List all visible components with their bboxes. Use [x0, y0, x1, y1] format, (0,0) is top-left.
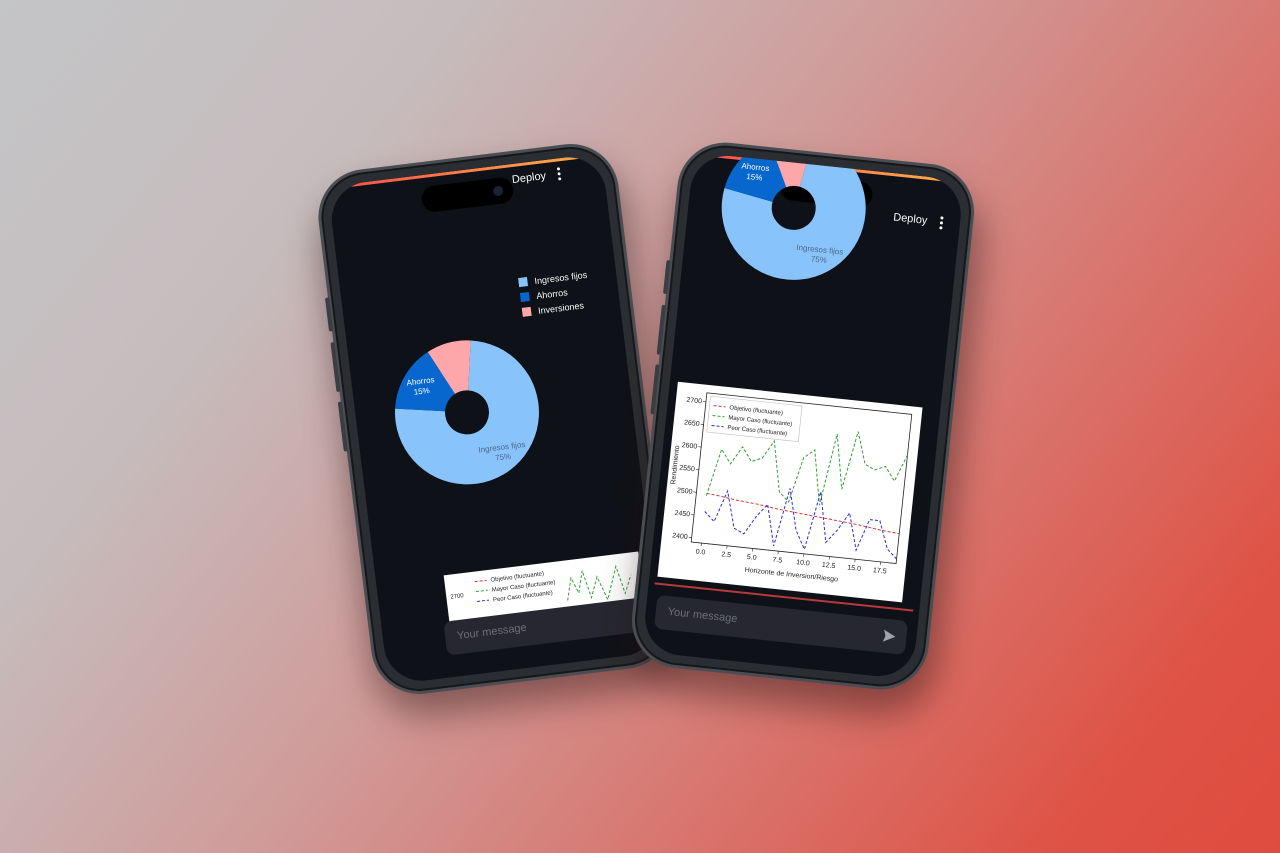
slice-pct: 15% — [746, 172, 763, 183]
donut-chart: Ingresos fijos75%Ahorros15% — [395, 340, 539, 485]
x-tick-label: 5.0 — [746, 554, 757, 562]
side-button — [324, 297, 334, 332]
dynamic-island — [420, 176, 515, 214]
slice-pct: 75% — [810, 254, 827, 265]
phone-left: Deploy Ingresos fijos Ahorros Inversione… — [312, 138, 678, 700]
line-chart: 2400 2450 2500 2550 2600 2650 2700 0.0 2.5 5.0 7.5… — [670, 392, 913, 584]
deploy-button[interactable]: Deploy — [893, 211, 928, 227]
y-tick-label: 2700 — [686, 397, 702, 406]
y-tick-label: 2600 — [681, 442, 697, 451]
series-line-mayor — [567, 564, 632, 602]
legend-line — [475, 589, 488, 593]
legend-swatch-ahorros — [519, 291, 530, 302]
legend-line — [474, 579, 487, 583]
kebab-menu-icon[interactable] — [556, 167, 562, 182]
x-axis-label: Horizonte de Inversion/Riesgo — [744, 567, 838, 584]
x-tick-label: 10.0 — [796, 559, 810, 567]
x-tick-label: 0.0 — [695, 549, 706, 557]
line-legend: Objetivo (fluctuante)Mayor Caso (fluctua… — [706, 395, 803, 442]
phone-right: Deploy Ingresos fijos 75% Ahorros 15% 2400 2… — [627, 137, 979, 695]
screen-left: Deploy Ingresos fijos Ahorros Inversione… — [327, 153, 663, 685]
side-button — [330, 341, 341, 393]
deploy-button[interactable]: Deploy — [511, 170, 546, 186]
camera-icon — [492, 185, 504, 197]
y-tick-label: 2650 — [684, 419, 700, 428]
series-line-3 — [704, 488, 897, 560]
chat-placeholder: Your message — [667, 605, 738, 626]
screen-right: Deploy Ingresos fijos 75% Ahorros 15% 2400 2… — [641, 152, 965, 680]
x-tick-label: 12.5 — [821, 562, 835, 570]
side-button — [656, 304, 666, 355]
y-tick-label: 2700 — [450, 593, 465, 601]
legend-label: Inversiones — [538, 300, 585, 316]
line-chart-card: 2400 2450 2500 2550 2600 2650 2700 0.0 2.5 5.0 7.5… — [657, 381, 923, 603]
x-tick-label: 15.0 — [847, 564, 861, 572]
slice-pct: 15% — [413, 386, 430, 397]
y-tick-label: 2500 — [677, 487, 693, 496]
pie-legend: Ingresos fijos Ahorros Inversiones — [518, 270, 588, 317]
chat-placeholder: Your message — [456, 621, 528, 643]
x-tick-label: 17.5 — [873, 567, 887, 575]
legend-swatch-inversiones — [521, 306, 532, 317]
legend-label: Ahorros — [536, 287, 569, 301]
send-icon[interactable] — [882, 629, 897, 644]
legend-line — [477, 599, 490, 603]
chat-input[interactable]: Your message — [653, 594, 909, 655]
side-button — [337, 401, 348, 452]
x-tick-label: 2.5 — [721, 551, 732, 559]
legend-label: Ingresos fijos — [534, 270, 588, 286]
y-tick-label: 2400 — [672, 532, 688, 541]
y-tick-label: 2550 — [679, 465, 695, 474]
series-line-1 — [706, 492, 900, 535]
kebab-menu-icon[interactable] — [939, 216, 944, 231]
legend-swatch-ingresos — [518, 277, 529, 288]
side-button — [663, 259, 671, 295]
x-tick-label: 7.5 — [772, 557, 783, 565]
slice-pct: 75% — [495, 452, 512, 463]
side-button — [650, 364, 660, 415]
donut-chart: Ingresos fijos75%Ahorros15% — [721, 152, 866, 280]
y-tick-label: 2450 — [674, 510, 690, 519]
